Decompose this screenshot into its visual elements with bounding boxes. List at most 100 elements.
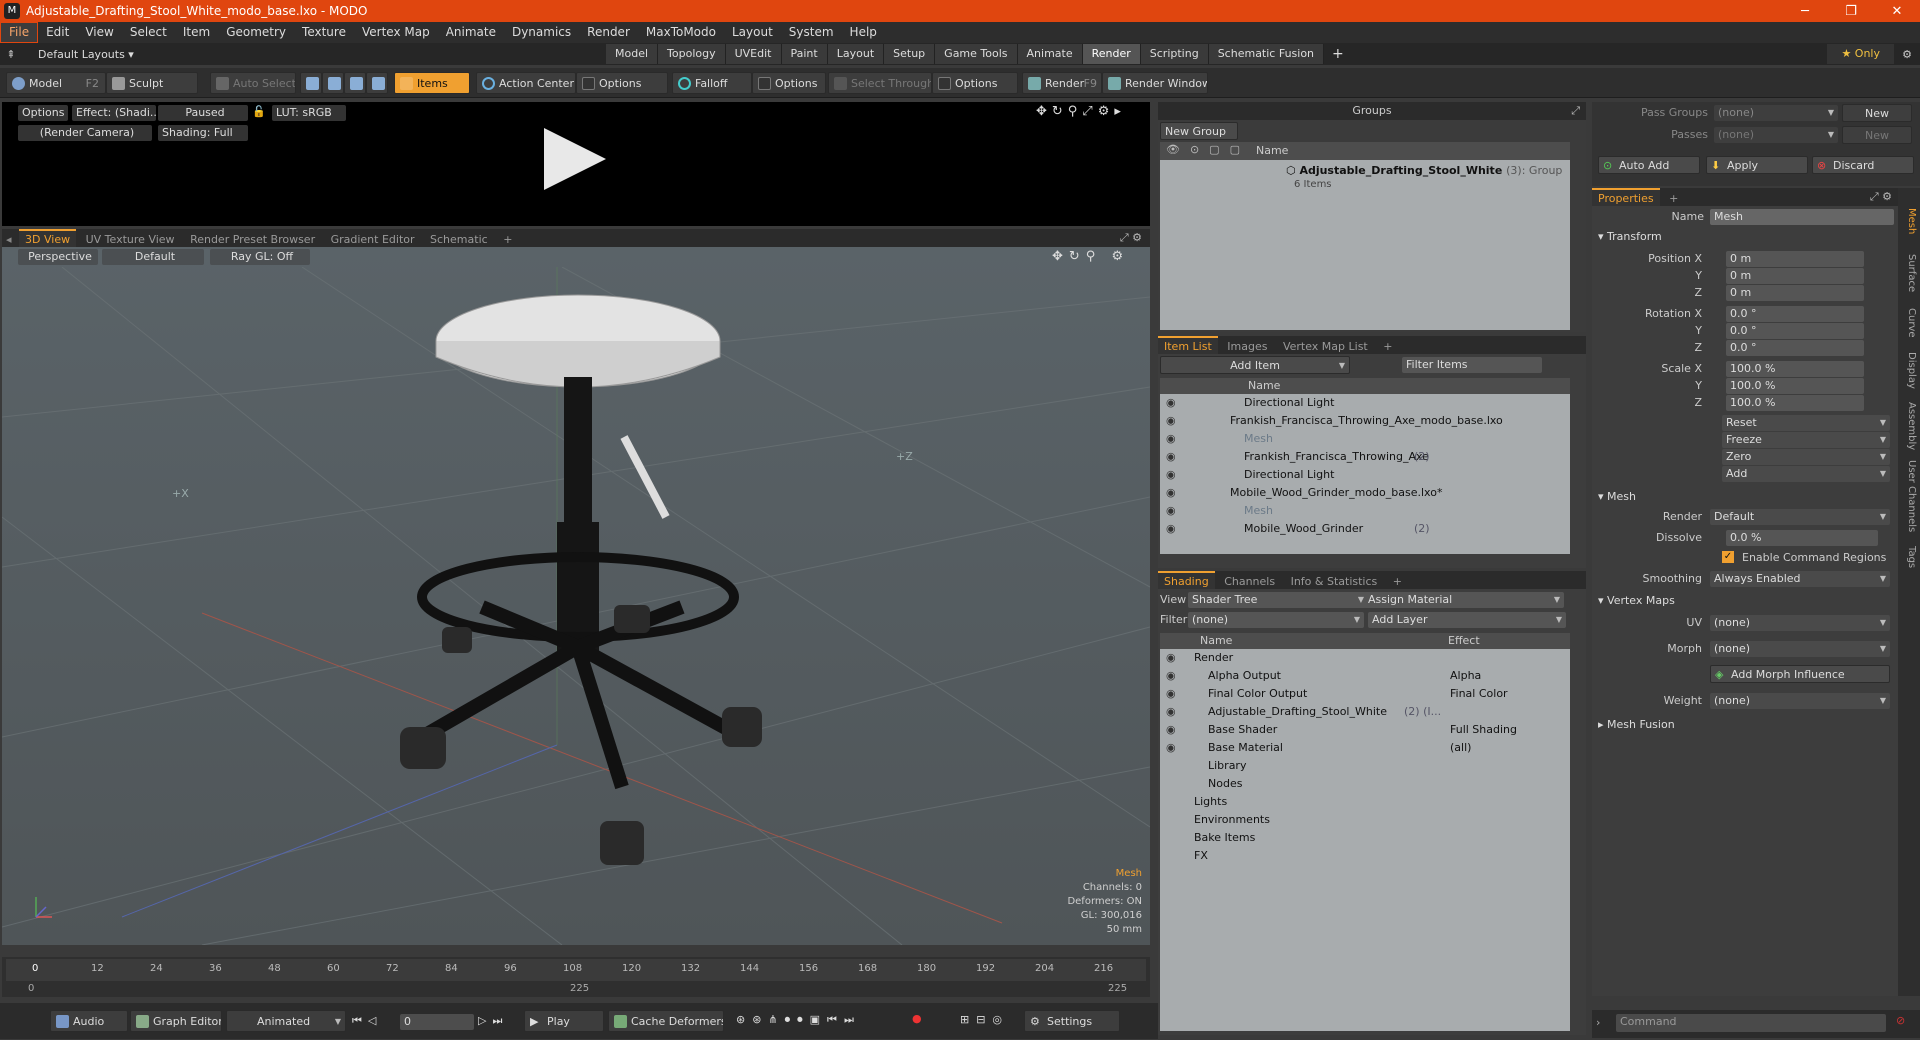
list-item[interactable]: ◉ Frankish_Francisca_Throwing_Axe_modo_ba… — [1160, 412, 1570, 430]
audio-button[interactable]: Audio — [50, 1010, 128, 1032]
menu-view[interactable]: View — [77, 23, 121, 42]
falloff-button[interactable]: Falloff — [672, 72, 752, 94]
tab-layout[interactable]: Layout — [827, 44, 885, 64]
vtab-curve[interactable]: Curve — [1901, 308, 1917, 338]
shader-row[interactable]: Library — [1160, 757, 1570, 775]
shader-effect[interactable]: Full Shading — [1450, 721, 1517, 739]
key-tool-icons[interactable]: ⊛⊛⋔⏺⏺▣⏮⏭ — [736, 1013, 861, 1027]
transport-next-icons[interactable]: ▷⏭ — [478, 1014, 508, 1028]
weight-dropdown[interactable]: (none) — [1710, 693, 1890, 709]
menu-system[interactable]: System — [781, 23, 842, 42]
visibility-eye-icon[interactable]: ◉ — [1166, 466, 1176, 484]
model-mode-button[interactable]: Model F2 — [6, 72, 106, 94]
sculpt-button[interactable]: Sculpt — [106, 72, 198, 94]
close-icon[interactable]: ✕ — [1874, 4, 1920, 19]
view-dropdown[interactable]: Shader Tree — [1188, 592, 1368, 608]
expand-icon[interactable]: ⤢ ⚙ — [1120, 229, 1142, 247]
dissolve-input[interactable]: 0.0 % — [1726, 530, 1878, 546]
tab-paint[interactable]: Paint — [781, 44, 828, 64]
visibility-eye-icon[interactable]: ◉ — [1166, 685, 1176, 703]
list-item[interactable]: ◉ Mobile_Wood_Grinder_modo_base.lxo* — [1160, 484, 1570, 502]
visibility-eye-icon[interactable]: ◉ — [1166, 502, 1176, 520]
position-y-input[interactable]: 0 m — [1726, 268, 1864, 284]
freeze-dropdown[interactable]: Freeze — [1722, 432, 1890, 448]
zero-dropdown[interactable]: Zero — [1722, 449, 1890, 465]
render-window-button[interactable]: Render Window — [1102, 72, 1208, 94]
lut-dropdown[interactable]: LUT: sRGB — [272, 105, 346, 121]
shader-effect[interactable]: Alpha — [1450, 667, 1481, 685]
menu-render[interactable]: Render — [579, 23, 638, 42]
shader-row[interactable]: ◉ Base Material (all) — [1160, 739, 1570, 757]
menu-vertex-map[interactable]: Vertex Map — [354, 23, 438, 42]
effect-dropdown[interactable]: Effect: (Shadi... — [72, 105, 156, 121]
menu-file[interactable]: File — [0, 22, 39, 43]
vertex-maps-section[interactable]: ▾ Vertex Maps — [1598, 592, 1675, 609]
3d-viewport[interactable]: Perspective Default Ray GL: Off ✥↻⚲ ⚙ +X… — [2, 247, 1150, 945]
menu-edit[interactable]: Edit — [38, 23, 77, 42]
add-item-dropdown[interactable]: Add Item — [1160, 356, 1350, 375]
graph-editor-button[interactable]: Graph Editor — [130, 1010, 222, 1032]
visibility-eye-icon[interactable]: ◉ — [1166, 667, 1176, 685]
passes-dropdown[interactable]: (none) — [1714, 127, 1838, 143]
morph-dropdown[interactable]: (none) — [1710, 641, 1890, 657]
shader-effect[interactable]: (all) — [1450, 739, 1471, 757]
viewport-nav-icons[interactable]: ✥↻⚲ ⚙ — [1052, 249, 1129, 264]
rotation-z-input[interactable]: 0.0 ° — [1726, 340, 1864, 356]
animated-dropdown[interactable]: Animated — [226, 1010, 346, 1032]
keyframe-icons[interactable]: ⊞⊟◎ — [960, 1013, 1009, 1026]
auto-add-button[interactable]: ⊙ Auto Add — [1598, 156, 1700, 174]
list-item[interactable]: ◉ Mesh — [1160, 430, 1570, 448]
tab-3d-view[interactable]: 3D View — [19, 229, 77, 249]
shader-row[interactable]: Nodes — [1160, 775, 1570, 793]
play-icon[interactable] — [544, 128, 606, 190]
mesh-section[interactable]: ▾ Mesh — [1598, 488, 1636, 505]
tab-setup[interactable]: Setup — [884, 44, 936, 64]
tab-model[interactable]: Model — [606, 44, 659, 64]
menu-maxtomodo[interactable]: MaxToModo — [638, 23, 724, 42]
filter-items-input[interactable]: Filter Items — [1402, 357, 1542, 373]
select-options-button[interactable]: Options — [932, 72, 1018, 94]
record-icon[interactable]: ● — [912, 1012, 922, 1025]
cache-deformers-button[interactable]: Cache Deformers — [608, 1010, 724, 1032]
tab-scripting[interactable]: Scripting — [1140, 44, 1209, 64]
default-dropdown[interactable]: Default — [102, 249, 204, 265]
tab-uvedit[interactable]: UVEdit — [725, 44, 782, 64]
play-button[interactable]: ▶ Play — [524, 1010, 604, 1032]
tab-schematic-fusion[interactable]: Schematic Fusion — [1208, 44, 1325, 64]
vtab-mesh[interactable]: Mesh — [1901, 208, 1917, 234]
transform-section[interactable]: ▾ Transform — [1598, 228, 1662, 245]
tab-topology[interactable]: Topology — [658, 44, 726, 64]
expand-icon[interactable]: ⤢ ⚙ — [1870, 188, 1892, 206]
discard-button[interactable]: ⊗ Discard — [1812, 156, 1914, 174]
minimize-icon[interactable]: ─ — [1782, 4, 1828, 19]
lock-icon[interactable]: 🔓 — [252, 105, 266, 118]
visibility-eye-icon[interactable]: ◉ — [1166, 649, 1176, 667]
visibility-eye-icon[interactable]: ◉ — [1166, 484, 1176, 502]
menu-geometry[interactable]: Geometry — [218, 23, 294, 42]
collapse-icon[interactable]: ⇞ — [0, 48, 22, 61]
add-dropdown[interactable]: Add — [1722, 466, 1890, 482]
vtab-surface[interactable]: Surface — [1901, 254, 1917, 292]
visibility-eye-icon[interactable]: ◉ — [1166, 703, 1176, 721]
preview-options-button[interactable]: Options — [18, 105, 68, 121]
transport-prev-icons[interactable]: ⏮◁ — [352, 1014, 382, 1028]
shader-row[interactable]: ◉ Final Color Output Final Color — [1160, 685, 1570, 703]
vtab-tags[interactable]: Tags — [1901, 546, 1917, 568]
tab-animate[interactable]: Animate — [1017, 44, 1083, 64]
menu-texture[interactable]: Texture — [294, 23, 354, 42]
shader-row[interactable]: FX — [1160, 847, 1570, 865]
list-item[interactable]: ◉ Directional Light — [1160, 466, 1570, 484]
expand-icon[interactable]: ⤢ — [1571, 102, 1580, 120]
scale-x-input[interactable]: 100.0 % — [1726, 361, 1864, 377]
new-pass-group-button[interactable]: New — [1842, 104, 1912, 122]
preview-nav-icons[interactable]: ✥↻⚲⤢⚙▸ — [1036, 104, 1126, 119]
rotation-y-input[interactable]: 0.0 ° — [1726, 323, 1864, 339]
shader-row[interactable]: Lights — [1160, 793, 1570, 811]
apply-button[interactable]: ⬇ Apply — [1706, 156, 1808, 174]
falloff-options-button[interactable]: Options — [752, 72, 826, 94]
filter-dropdown[interactable]: (none) — [1188, 612, 1364, 628]
scale-z-input[interactable]: 100.0 % — [1726, 395, 1864, 411]
command-input[interactable]: Command — [1616, 1014, 1886, 1032]
perspective-dropdown[interactable]: Perspective — [18, 249, 98, 265]
visibility-eye-icon[interactable]: ◉ — [1166, 448, 1176, 466]
